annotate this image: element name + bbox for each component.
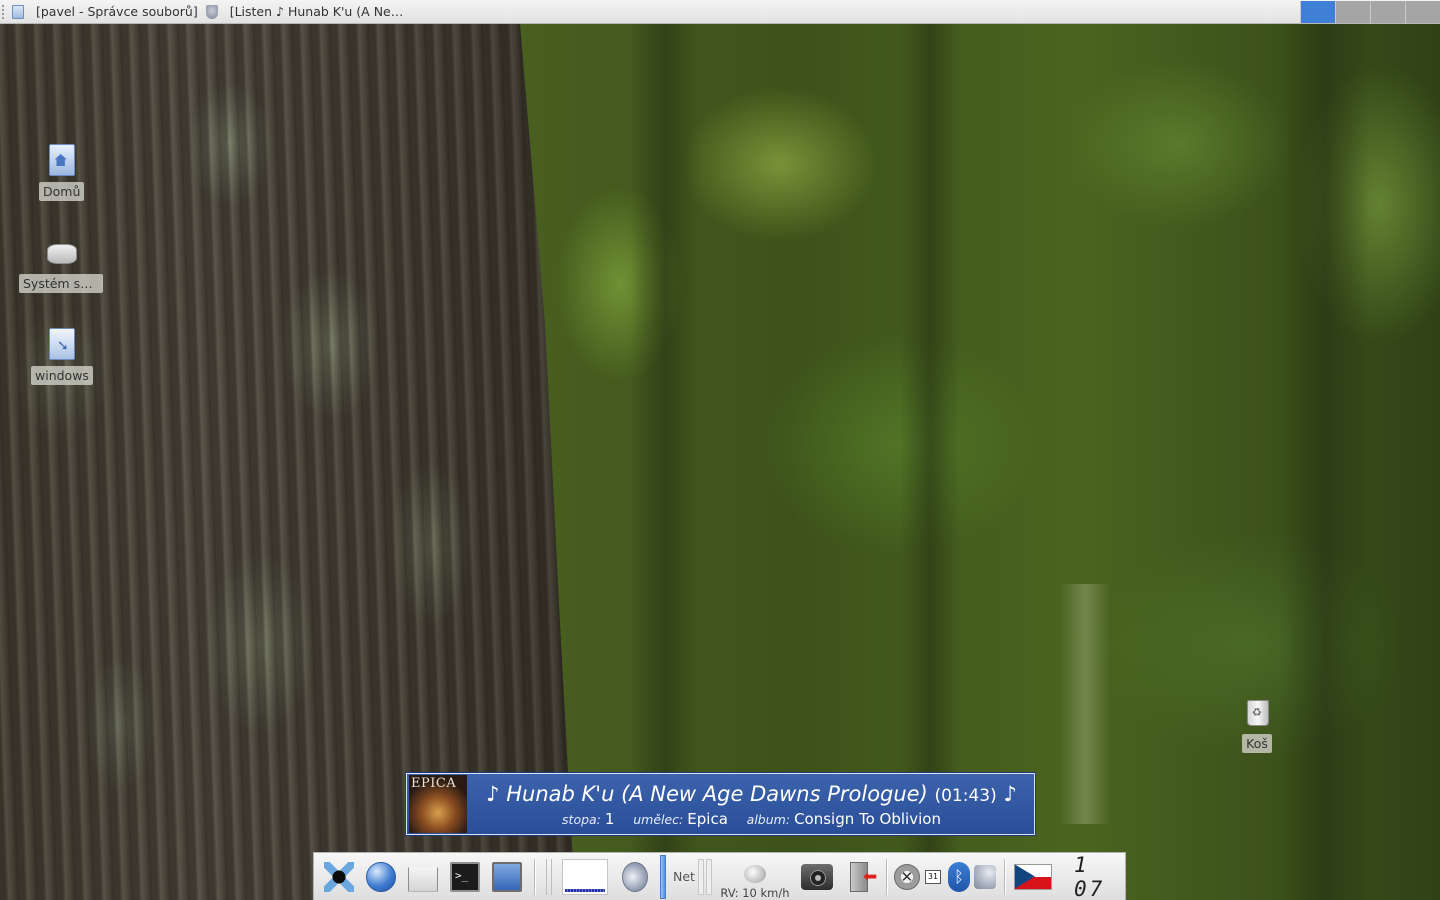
file-manager-icon <box>12 4 24 19</box>
screenshot-button[interactable] <box>798 858 836 896</box>
volume-speaker-icon <box>622 861 648 892</box>
desktop-icon-label: Koš <box>1242 734 1272 753</box>
panel-grip-handle[interactable] <box>2 4 10 19</box>
weather-wind-text: RV: 10 km/h <box>720 885 790 900</box>
album-value: Consign To Oblivion <box>794 809 941 828</box>
panel-separator <box>1003 858 1006 895</box>
music-note-icon: ♪ <box>486 781 500 806</box>
artist-value: Epica <box>687 809 728 828</box>
tray-bluetooth[interactable]: ᛒ <box>946 860 972 894</box>
calendar-icon: 31 <box>924 869 941 884</box>
weather-cloud-icon <box>743 864 766 883</box>
show-desktop-icon <box>492 861 522 892</box>
track-number-value: 1 <box>604 809 615 828</box>
desktop-icon-label: Systém so… <box>19 274 103 293</box>
terminal-launcher[interactable]: >_ <box>446 858 484 896</box>
task-label: [pavel - Správce souborů] <box>36 4 198 19</box>
workspace-4[interactable] <box>1405 0 1440 23</box>
workspace-3[interactable] <box>1370 0 1405 23</box>
panel-separator <box>534 858 536 895</box>
network-disconnected-icon: ✕ <box>893 863 920 890</box>
music-note-icon: ♪ <box>1003 781 1017 806</box>
camera-icon <box>800 863 833 890</box>
desktop-icon-trash[interactable]: Koš <box>1242 696 1272 753</box>
desktop-icon-label: Domů <box>39 182 85 201</box>
trash-icon <box>1242 696 1272 730</box>
desktop-wallpaper <box>0 24 1440 900</box>
track-title: Hunab K'u (A New Age Dawns Prologue) <box>506 781 928 806</box>
web-browser-launcher[interactable] <box>362 858 400 896</box>
keyboard-layout-switcher[interactable] <box>1013 858 1052 896</box>
wallpaper-trunk <box>900 24 960 900</box>
album-key: album: <box>746 811 791 827</box>
filesystem-disk-icon <box>46 236 77 270</box>
track-duration: (01:43) <box>934 785 997 806</box>
desktop-icon-home[interactable]: Domů <box>39 144 85 201</box>
web-browser-icon <box>366 861 396 892</box>
task-label: [Listen ♪ Hunab K'u (A Ne… <box>229 4 404 19</box>
volume-control[interactable] <box>616 858 654 896</box>
wireless-icon <box>973 864 996 889</box>
music-player-icon <box>205 4 218 19</box>
desktop-icon-label: windows <box>31 366 93 385</box>
top-panel: [pavel - Správce souborů] [Listen ♪ Huna… <box>0 0 1440 24</box>
wallpaper-trunk <box>1280 24 1370 900</box>
track-number-key: stopa: <box>562 811 601 827</box>
show-desktop-button[interactable] <box>488 858 526 896</box>
weather-plugin[interactable]: RV: 10 km/h <box>718 854 792 900</box>
network-tx-bar[interactable] <box>705 858 712 895</box>
volume-level-bar[interactable] <box>660 854 666 899</box>
wallpaper-trunk <box>630 24 700 900</box>
network-rx-bar[interactable] <box>697 858 704 895</box>
network-monitor-label: Net <box>673 869 695 884</box>
xfce-menu-button[interactable] <box>320 858 358 896</box>
tray-network-status[interactable]: ✕ <box>893 860 920 894</box>
now-playing-osd: EPICA ♪ Hunab K'u (A New Age Dawns Prolo… <box>406 773 1035 835</box>
xfce-menu-icon <box>324 861 354 892</box>
osd-title-line: ♪ Hunab K'u (A New Age Dawns Prologue) (… <box>486 781 1017 809</box>
workspace-2[interactable] <box>1335 0 1370 23</box>
mail-client-launcher[interactable] <box>404 858 442 896</box>
task-music-player[interactable]: [Listen ♪ Hunab K'u (A Ne… <box>204 1 404 23</box>
osd-body: ♪ Hunab K'u (A New Age Dawns Prologue) (… <box>475 774 1034 834</box>
album-cover-logo: EPICA <box>411 776 457 791</box>
album-cover-art: EPICA <box>409 775 467 833</box>
artist-key: umělec: <box>633 811 684 827</box>
desktop-icon-filesystem[interactable]: Systém so… <box>18 236 104 293</box>
shortcut-link-icon <box>47 328 77 362</box>
home-folder-icon <box>47 144 77 178</box>
osd-meta-line: stopa: 1 umělec: Epica album: Consign To Ob… <box>562 810 941 828</box>
workspace-pager <box>1300 0 1440 23</box>
workspace-1[interactable] <box>1300 0 1335 23</box>
cpu-load-graph[interactable] <box>562 858 608 895</box>
panel-separator <box>885 858 888 895</box>
task-file-manager[interactable]: [pavel - Správce souborů] <box>10 1 204 23</box>
logout-button[interactable] <box>840 858 878 896</box>
tray-calendar[interactable]: 31 <box>920 860 946 894</box>
panel-handle[interactable] <box>546 858 552 895</box>
wallpaper-tree-bark <box>0 24 575 900</box>
tray-wireless[interactable] <box>972 860 998 894</box>
desktop-icon-windows[interactable]: windows <box>31 328 93 385</box>
terminal-icon: >_ <box>450 861 480 892</box>
logout-icon <box>849 861 877 892</box>
wallpaper-trunk <box>1060 584 1110 824</box>
clock[interactable]: 1 07 <box>1074 853 1125 900</box>
czech-flag-icon <box>1013 863 1052 890</box>
bluetooth-icon: ᛒ <box>947 861 970 892</box>
bottom-panel: >_ Net RV: 10 km/h ✕ 31 ᛒ 1 07 <box>313 852 1126 900</box>
mail-client-icon <box>408 867 438 892</box>
